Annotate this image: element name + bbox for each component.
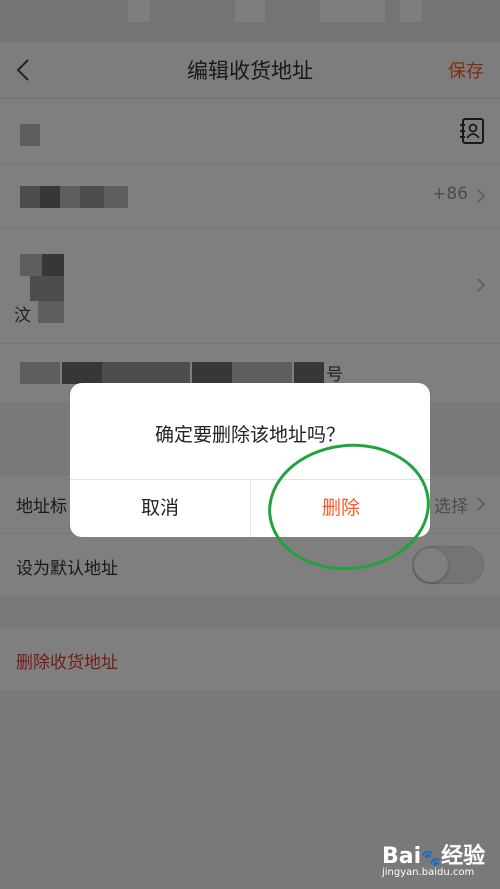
dialog-message: 确定要删除该地址吗？: [154, 424, 345, 446]
watermark-brand: Bai: [382, 844, 422, 869]
paw-icon: 🐾: [421, 848, 442, 867]
cancel-button[interactable]: 取消: [70, 480, 250, 537]
watermark-brand-suffix: 经验: [441, 844, 486, 869]
watermark-url: jingyan.baidu.com: [382, 867, 475, 878]
baidu-jingyan-watermark: Bai🐾经验 jingyan.baidu.com: [382, 838, 486, 878]
